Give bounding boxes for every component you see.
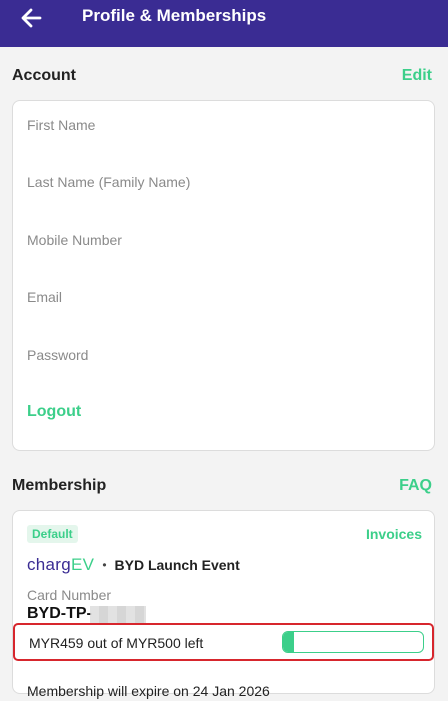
edit-button[interactable]: Edit xyxy=(402,64,432,88)
email-field[interactable]: Email xyxy=(27,288,62,306)
balance-progress-bar xyxy=(282,631,424,653)
redacted-card-number xyxy=(90,606,146,624)
expiry-text: Membership will expire on 24 Jan 2026 xyxy=(27,683,270,699)
mobile-number-field[interactable]: Mobile Number xyxy=(27,231,122,249)
chargev-logo: chargEV xyxy=(27,555,95,574)
invoices-link[interactable]: Invoices xyxy=(366,525,422,543)
membership-brand-row: chargEV • BYD Launch Event xyxy=(27,553,240,577)
account-header: Account Edit xyxy=(12,64,432,88)
membership-card[interactable]: Default Invoices chargEV • BYD Launch Ev… xyxy=(12,510,435,699)
balance-row-highlight: MYR459 out of MYR500 left xyxy=(13,623,434,661)
account-heading: Account xyxy=(12,67,76,84)
app-bar: Profile & Memberships xyxy=(0,0,448,47)
event-name: BYD Launch Event xyxy=(114,557,240,573)
membership-header: Membership FAQ xyxy=(12,474,432,498)
faq-link[interactable]: FAQ xyxy=(399,474,432,498)
account-card: First Name Last Name (Family Name) Mobil… xyxy=(12,100,435,451)
logout-button[interactable]: Logout xyxy=(27,402,81,422)
card-number-label: Card Number xyxy=(27,587,112,603)
membership-heading: Membership xyxy=(12,477,107,494)
balance-progress-fill xyxy=(283,632,295,652)
default-badge: Default xyxy=(27,525,78,543)
first-name-field[interactable]: First Name xyxy=(27,116,95,134)
password-field[interactable]: Password xyxy=(27,346,88,364)
separator-dot: • xyxy=(102,558,107,572)
balance-text: MYR459 out of MYR500 left xyxy=(29,635,204,651)
card-number-value: BYD-TP- xyxy=(27,605,92,622)
arrow-left-icon[interactable] xyxy=(18,4,46,32)
last-name-field[interactable]: Last Name (Family Name) xyxy=(27,173,190,191)
page-title: Profile & Memberships xyxy=(82,6,267,25)
